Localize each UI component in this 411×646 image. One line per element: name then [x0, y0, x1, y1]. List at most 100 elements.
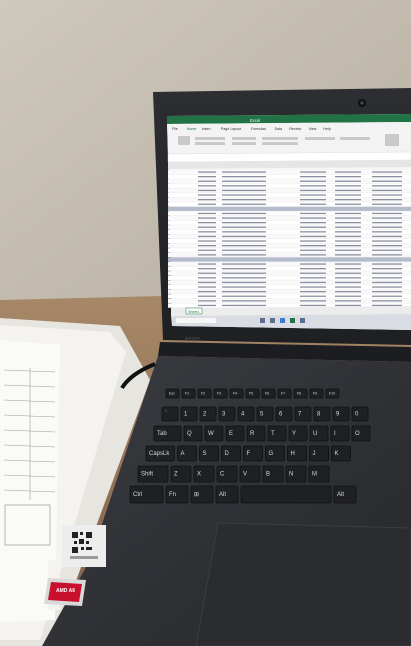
cell-text [335, 180, 361, 182]
keyboard-key[interactable]: U [309, 425, 329, 442]
cell-text [335, 171, 361, 173]
keyboard-key[interactable]: 1 [180, 406, 198, 422]
keyboard-key[interactable]: Esc [165, 388, 180, 399]
keyboard-key[interactable]: F8 [293, 388, 308, 399]
cell-text [335, 295, 361, 297]
keyboard-key[interactable]: X [193, 465, 215, 483]
cell-text [222, 272, 266, 274]
keyboard-key[interactable]: ` [161, 406, 179, 422]
keyboard-key[interactable]: A [177, 445, 197, 462]
key-label: Alt [219, 492, 226, 498]
cell-text [300, 199, 326, 201]
ribbon-tab[interactable]: Data [275, 127, 283, 131]
ribbon-tab[interactable]: Help [323, 127, 330, 131]
cell-text [222, 235, 266, 238]
keyboard-key[interactable]: K [331, 445, 351, 462]
cell-text [198, 249, 216, 251]
cell-text [335, 212, 361, 215]
keyboard-key[interactable]: D [221, 445, 241, 462]
ribbon-tab[interactable]: Home [187, 127, 197, 131]
keyboard-key[interactable]: ⊞ [190, 485, 214, 504]
ribbon-tab[interactable]: Insert [202, 127, 211, 131]
keyboard-key[interactable]: 2 [199, 406, 217, 422]
keyboard-key[interactable]: CapsLk [145, 445, 175, 462]
key-label: D [225, 451, 230, 457]
keyboard-key[interactable]: C [216, 465, 238, 483]
keyboard-key[interactable]: Tab [153, 425, 182, 442]
cell-text [222, 189, 266, 192]
cell-text [372, 304, 402, 307]
keyboard-key[interactable]: T [267, 425, 287, 442]
cell-text [198, 286, 216, 288]
key-label: H [291, 451, 295, 457]
keyboard-key[interactable]: 3 [218, 406, 236, 422]
ribbon-tab[interactable]: Formulas [251, 127, 266, 131]
keyboard-key[interactable]: F5 [245, 388, 260, 399]
keyboard-key[interactable]: Alt [333, 485, 357, 504]
keyboard-key[interactable]: M [308, 465, 330, 483]
keyboard-key[interactable]: F10 [325, 388, 340, 399]
keyboard-key[interactable]: 7 [294, 406, 312, 422]
keyboard-key[interactable]: 9 [332, 406, 350, 422]
cell-text [300, 235, 326, 238]
keyboard-key[interactable]: Y [288, 425, 308, 442]
cell-text [300, 245, 326, 247]
keyboard-key[interactable]: O [351, 425, 371, 442]
ribbon-tab[interactable]: Review [289, 127, 301, 131]
cell-text [198, 212, 216, 215]
keyboard-key[interactable]: F7 [277, 388, 292, 399]
key-label: F3 [217, 391, 221, 395]
key-label: ⊞ [194, 492, 199, 498]
ribbon-tab[interactable]: File [172, 127, 178, 131]
cell-text [222, 249, 266, 251]
cell-text [300, 240, 326, 242]
keyboard-key[interactable]: I [330, 425, 350, 442]
keyboard-key[interactable]: 8 [313, 406, 331, 422]
key-label: Q [187, 431, 192, 437]
keyboard-key[interactable]: F4 [229, 388, 244, 399]
keyboard-key[interactable]: 6 [275, 406, 293, 422]
keyboard-key[interactable]: 5 [256, 406, 274, 422]
keyboard-key[interactable]: S [199, 445, 219, 462]
keyboard-key[interactable]: Fn [165, 485, 189, 504]
cell-text [198, 240, 216, 242]
cell-text [372, 268, 402, 270]
cell-text [300, 212, 326, 215]
ribbon-tab[interactable]: View [309, 127, 317, 131]
keyboard-key[interactable]: Shift [137, 465, 169, 483]
keyboard-key[interactable]: F2 [197, 388, 212, 399]
keyboard-key[interactable]: W [204, 425, 224, 442]
ribbon-tab[interactable]: Page Layout [221, 127, 241, 131]
keyboard-key[interactable]: Q [183, 425, 203, 442]
keyboard-key[interactable]: F3 [213, 388, 228, 399]
keyboard-key[interactable]: F6 [261, 388, 276, 399]
keyboard-key[interactable]: E [225, 425, 245, 442]
cell-text [222, 254, 266, 256]
key-label: B [266, 472, 270, 478]
keyboard-key[interactable]: 0 [351, 406, 369, 422]
key-label: Y [292, 431, 296, 437]
keyboard-key[interactable]: H [287, 445, 307, 462]
keyboard-key[interactable]: B [262, 465, 284, 483]
keyboard-key[interactable]: J [309, 445, 329, 462]
keyboard-key[interactable]: F [243, 445, 263, 462]
keyboard-key[interactable]: R [246, 425, 266, 442]
keyboard-key[interactable]: 4 [237, 406, 255, 422]
cell-text [372, 212, 402, 215]
keyboard-key[interactable]: N [285, 465, 307, 483]
key-label: Shift [141, 472, 153, 478]
keyboard-key[interactable]: F1 [181, 388, 196, 399]
cell-text [335, 235, 361, 238]
keyboard-key[interactable]: Ctrl [129, 485, 164, 504]
keyboard-key[interactable]: G [265, 445, 285, 462]
keyboard-key[interactable]: V [239, 465, 261, 483]
keyboard-key[interactable]: Z [170, 465, 192, 483]
qr-sticker [62, 525, 106, 567]
cell-text [198, 245, 216, 247]
touchpad[interactable] [195, 522, 411, 646]
keyboard-key[interactable] [240, 485, 332, 504]
taskbar-search[interactable] [176, 318, 216, 323]
keyboard-key[interactable]: Alt [215, 485, 239, 504]
cell-text [198, 180, 216, 182]
keyboard-key[interactable]: F9 [309, 388, 324, 399]
